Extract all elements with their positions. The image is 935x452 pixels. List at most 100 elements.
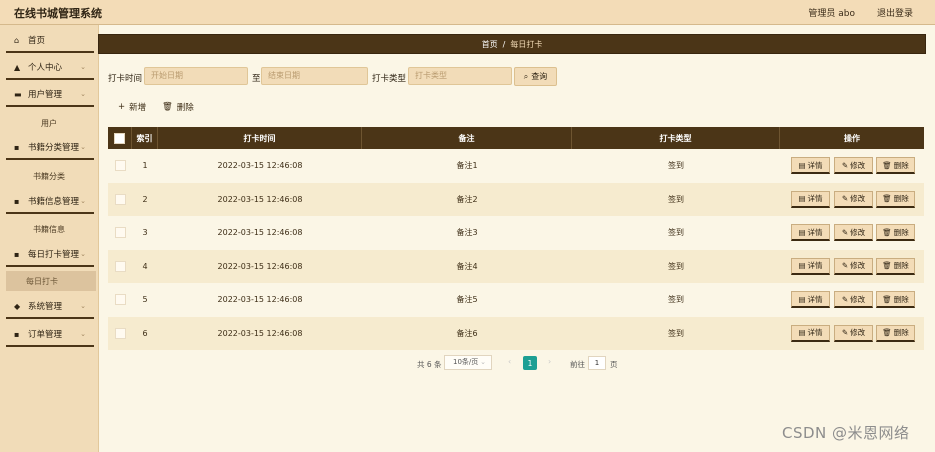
row-checkbox[interactable] [114, 193, 126, 205]
chevron-down-icon: ⌄ [480, 358, 486, 366]
delete-button[interactable]: 🗑 删除 [876, 224, 915, 241]
row-checkbox[interactable] [114, 227, 126, 238]
chevron-down-icon: ⌄ [80, 63, 86, 71]
sidebar-item-order-mgmt[interactable]: ▪ 订单管理 ⌄ [6, 323, 94, 347]
chevron-down-icon: ⌄ [80, 302, 86, 310]
delete-button[interactable]: 🗑 删除 [876, 190, 915, 208]
detail-icon: ▤ [798, 261, 806, 270]
delete-button[interactable]: 🗑 删除 [876, 324, 915, 342]
row-checkbox[interactable] [114, 160, 126, 171]
sidebar-item-checkin-mgmt[interactable]: ▪ 每日打卡管理 ⌄ [6, 243, 94, 267]
sidebar-item-system-mgmt[interactable]: ◆ 系统管理 ⌄ [6, 295, 94, 319]
sidebar-subitem-category[interactable]: 书籍分类 [0, 166, 98, 186]
sidebar-subitem-checkin[interactable]: 每日打卡 [6, 271, 96, 291]
person-icon: ▲ [14, 62, 21, 72]
breadcrumb-home[interactable]: 首页 [482, 39, 498, 50]
end-date-input[interactable]: 结束日期 [261, 67, 368, 85]
detail-button[interactable]: ▤ 详情 [791, 324, 830, 342]
edit-button-label: 修改 [850, 160, 866, 170]
search-button-label: 查询 [531, 72, 548, 81]
chevron-down-icon: ⌄ [80, 143, 86, 151]
cell-type: 签到 [668, 295, 684, 304]
sidebar-item-home[interactable]: ⌂ 首页 [6, 29, 94, 53]
table-header: 索引 打卡时间 备注 打卡类型 操作 [108, 127, 924, 149]
detail-button[interactable]: ▤ 详情 [791, 291, 830, 308]
detail-button-label: 详情 [807, 328, 823, 337]
delete-button[interactable]: 🗑 删除 [876, 157, 915, 174]
detail-button[interactable]: ▤ 详情 [791, 157, 830, 174]
cell-index: 1 [142, 161, 148, 170]
edit-icon: ✎ [841, 160, 849, 170]
column-header-type: 打卡类型 [572, 127, 780, 149]
page-number-current[interactable]: 1 [523, 356, 537, 370]
home-icon: ⌂ [14, 35, 20, 45]
row-checkbox-cell [108, 149, 132, 182]
cell-time: 2022-03-15 12:46:08 [217, 194, 303, 204]
cell-note: 备注2 [456, 194, 478, 204]
select-all-checkbox[interactable] [114, 132, 125, 144]
trash-icon: 🗑 [882, 194, 892, 203]
edit-button-label: 修改 [850, 328, 866, 337]
row-checkbox[interactable] [114, 327, 126, 339]
sidebar-subitem-books[interactable]: 书籍信息 [0, 219, 98, 239]
delete-button[interactable]: 🗑 删除 [876, 291, 915, 308]
edit-button[interactable]: ✎ 修改 [834, 324, 873, 342]
detail-icon: ▤ [798, 160, 806, 170]
detail-button-label: 详情 [807, 227, 823, 237]
prev-page-button[interactable]: ‹ [508, 357, 511, 366]
search-icon: ⌕ [523, 71, 529, 81]
add-button[interactable]: + 新增 [118, 101, 146, 113]
chevron-down-icon: ⌄ [80, 250, 86, 258]
cell-index: 6 [142, 328, 148, 338]
sidebar-item-book-mgmt[interactable]: ▪ 书籍信息管理 ⌄ [6, 190, 94, 214]
goto-page-input[interactable]: 1 [588, 356, 606, 370]
detail-button[interactable]: ▤ 详情 [791, 190, 830, 208]
delete-button-label: 删除 [893, 261, 909, 270]
trash-icon: 🗑 [882, 328, 892, 337]
cell-type: 签到 [668, 161, 684, 170]
grid-icon: ▪ [14, 329, 20, 339]
detail-button-label: 详情 [807, 194, 823, 203]
batch-delete-button[interactable]: 🗑 删除 [162, 101, 194, 113]
add-button-label: 新增 [129, 103, 147, 113]
logout-link[interactable]: 退出登录 [877, 6, 913, 19]
cell-type: 签到 [668, 194, 684, 204]
sidebar-subitem-users[interactable]: 用户 [0, 113, 98, 133]
edit-button[interactable]: ✎ 修改 [834, 257, 873, 275]
breadcrumb: 首页 / 每日打卡 [98, 34, 926, 54]
search-button[interactable]: ⌕ 查询 [514, 67, 557, 86]
card-icon: ▬ [14, 89, 22, 99]
checkin-type-input[interactable]: 打卡类型 [408, 67, 512, 85]
sidebar-item-category-mgmt[interactable]: ▪ 书籍分类管理 ⌄ [6, 136, 94, 160]
trash-icon: 🗑 [882, 261, 892, 270]
sidebar-item-label: 订单管理 [28, 330, 63, 340]
edit-button-label: 修改 [850, 227, 866, 237]
row-checkbox[interactable] [114, 294, 126, 305]
sidebar-item-profile[interactable]: ▲ 个人中心 ⌄ [6, 56, 94, 80]
cell-time: 2022-03-15 12:46:08 [217, 295, 303, 304]
edit-button[interactable]: ✎ 修改 [834, 291, 873, 308]
watermark: CSDN @米恩网络 [782, 424, 910, 442]
sidebar: ⌂ 首页 ▲ 个人中心 ⌄ ▬ 用户管理 ⌄ 用户 ▪ 书籍分类管理 ⌄ 书籍分… [0, 25, 99, 452]
detail-button-label: 详情 [807, 160, 823, 170]
start-date-input[interactable]: 开始日期 [144, 67, 248, 85]
sidebar-item-user-mgmt[interactable]: ▬ 用户管理 ⌄ [6, 83, 94, 107]
stack-icon: ◆ [14, 301, 21, 311]
grid-icon: ▪ [14, 249, 20, 259]
delete-button[interactable]: 🗑 删除 [876, 257, 915, 275]
edit-button-label: 修改 [850, 194, 866, 203]
detail-button[interactable]: ▤ 详情 [791, 257, 830, 275]
edit-button[interactable]: ✎ 修改 [834, 224, 873, 241]
edit-icon: ✎ [841, 261, 849, 270]
cell-time: 2022-03-15 12:46:08 [217, 161, 303, 170]
top-bar: 在线书城管理系统 管理员 abo 退出登录 [0, 0, 935, 25]
cell-note: 备注5 [456, 295, 478, 304]
detail-button[interactable]: ▤ 详情 [791, 224, 830, 241]
edit-button[interactable]: ✎ 修改 [834, 190, 873, 208]
sidebar-item-label: 系统管理 [28, 302, 63, 312]
edit-button[interactable]: ✎ 修改 [834, 157, 873, 174]
page-size-select[interactable]: 10条/页 ⌄ [444, 355, 492, 370]
next-page-button[interactable]: › [548, 357, 551, 366]
grid-icon: ▪ [14, 196, 20, 206]
row-checkbox[interactable] [114, 260, 126, 272]
